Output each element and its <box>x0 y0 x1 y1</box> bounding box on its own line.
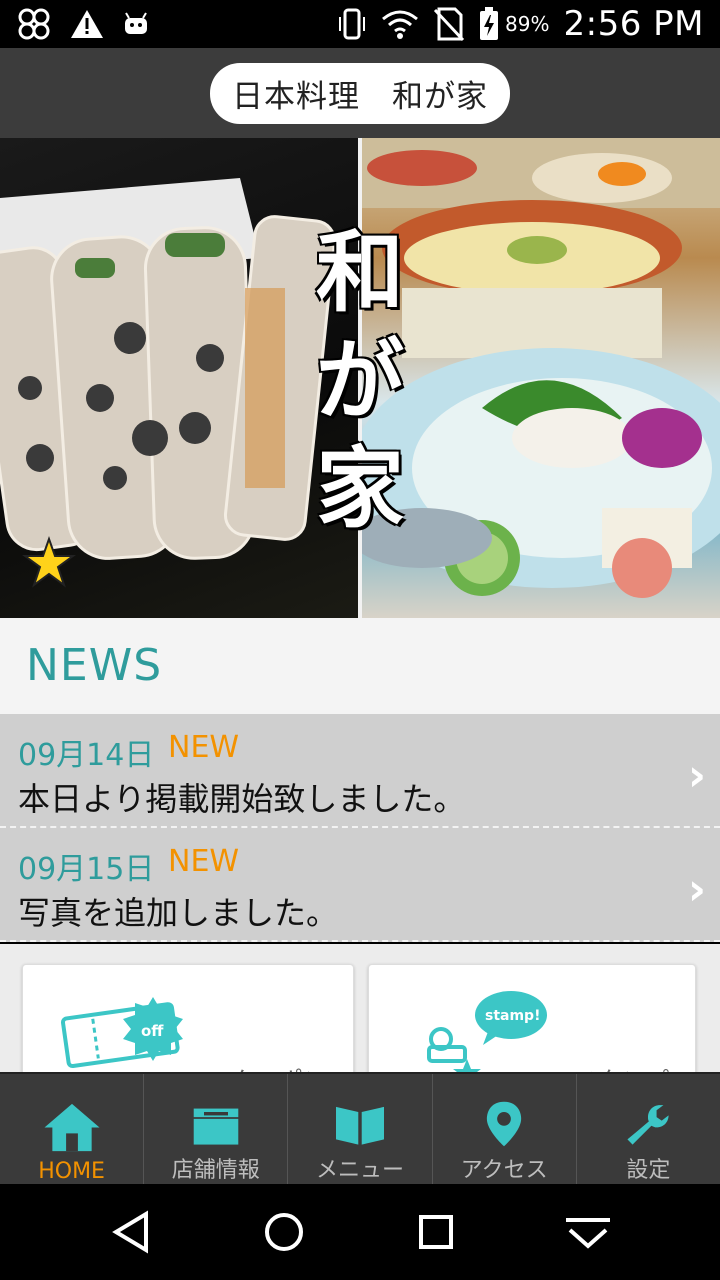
stamp-card[interactable]: stamp! スタンプ <box>368 964 696 1074</box>
battery-percent: 89% <box>505 12 550 36</box>
app-header: 日本料理 和が家 <box>0 48 720 138</box>
tab-menu-label: メニュー <box>316 1158 405 1183</box>
news-date: 09月15日 <box>18 852 155 887</box>
recents-square-icon <box>419 1215 453 1249</box>
news-section-header: NEWS <box>0 618 720 714</box>
star-icon[interactable] <box>22 536 76 590</box>
pinwheel-icon <box>18 8 50 40</box>
status-bar: 89% 2:56 PM <box>0 0 720 48</box>
home-circle-icon <box>265 1213 303 1251</box>
vibrate-icon <box>339 8 366 40</box>
hero-logo: 和 が 家 <box>300 218 420 542</box>
news-date: 09月14日 <box>18 738 155 773</box>
news-heading: NEWS <box>26 640 163 691</box>
bottom-tab-bar: HOME 店舗情報 メニュー アクセス 設定 <box>0 1072 720 1184</box>
back-triangle-icon <box>112 1210 148 1254</box>
news-list: 09月14日 NEW 本日より掲載開始致しました。 › 09月15日 NEW 写… <box>0 714 720 942</box>
shop-icon <box>193 1108 239 1145</box>
news-text: 本日より掲載開始致しました。 <box>18 780 466 818</box>
tab-shop-info[interactable]: 店舗情報 <box>144 1074 289 1184</box>
news-item[interactable]: 09月15日 NEW 写真を追加しました。 › <box>0 828 720 942</box>
hero-image: 和 が 家 <box>0 138 720 618</box>
tab-access-label: アクセス <box>460 1158 548 1183</box>
home-nav-button[interactable] <box>254 1204 314 1260</box>
android-icon <box>125 12 147 34</box>
status-time: 2:56 PM <box>563 4 704 44</box>
coupon-badge-text: off <box>141 1022 164 1040</box>
feature-cards: off クーポン stamp! スタンプ <box>0 944 720 1074</box>
warning-icon <box>71 10 103 38</box>
coupon-card[interactable]: off クーポン <box>22 964 354 1074</box>
stamp-badge-text: stamp! <box>485 1008 540 1024</box>
coupon-icon: off <box>61 997 183 1069</box>
hero-logo-char-1: 和 <box>315 220 404 324</box>
home-icon <box>44 1103 100 1152</box>
hero-logo-char-3: 家 <box>315 436 404 540</box>
map-pin-icon <box>487 1101 522 1147</box>
tab-menu[interactable]: メニュー <box>288 1074 433 1184</box>
no-sim-icon <box>433 7 465 42</box>
battery-charging-icon <box>480 7 499 40</box>
chevron-right-icon: › <box>687 864 706 915</box>
keyboard-hide-button[interactable] <box>558 1204 618 1260</box>
wrench-icon <box>627 1105 669 1145</box>
tab-home-label: HOME <box>38 1159 105 1184</box>
tab-settings-label: 設定 <box>626 1158 671 1183</box>
recents-button[interactable] <box>406 1204 466 1260</box>
tab-settings[interactable]: 設定 <box>577 1074 720 1184</box>
wifi-icon <box>382 10 418 39</box>
page-title: 日本料理 和が家 <box>210 62 510 124</box>
new-badge: NEW <box>168 844 240 879</box>
tab-home[interactable]: HOME <box>0 1074 145 1184</box>
news-item[interactable]: 09月14日 NEW 本日より掲載開始致しました。 › <box>0 714 720 828</box>
back-button[interactable] <box>102 1204 162 1260</box>
keyboard-hide-icon <box>566 1218 610 1249</box>
menu-book-icon <box>336 1106 384 1145</box>
new-badge: NEW <box>168 730 240 765</box>
stamp-icon: stamp! <box>427 991 547 1074</box>
chevron-right-icon: › <box>687 750 706 801</box>
system-nav-bar <box>0 1184 720 1280</box>
news-text: 写真を追加しました。 <box>18 894 339 932</box>
tab-access[interactable]: アクセス <box>433 1074 577 1184</box>
tab-shop-info-label: 店舗情報 <box>171 1158 260 1183</box>
hero-logo-char-2: が <box>315 328 404 432</box>
